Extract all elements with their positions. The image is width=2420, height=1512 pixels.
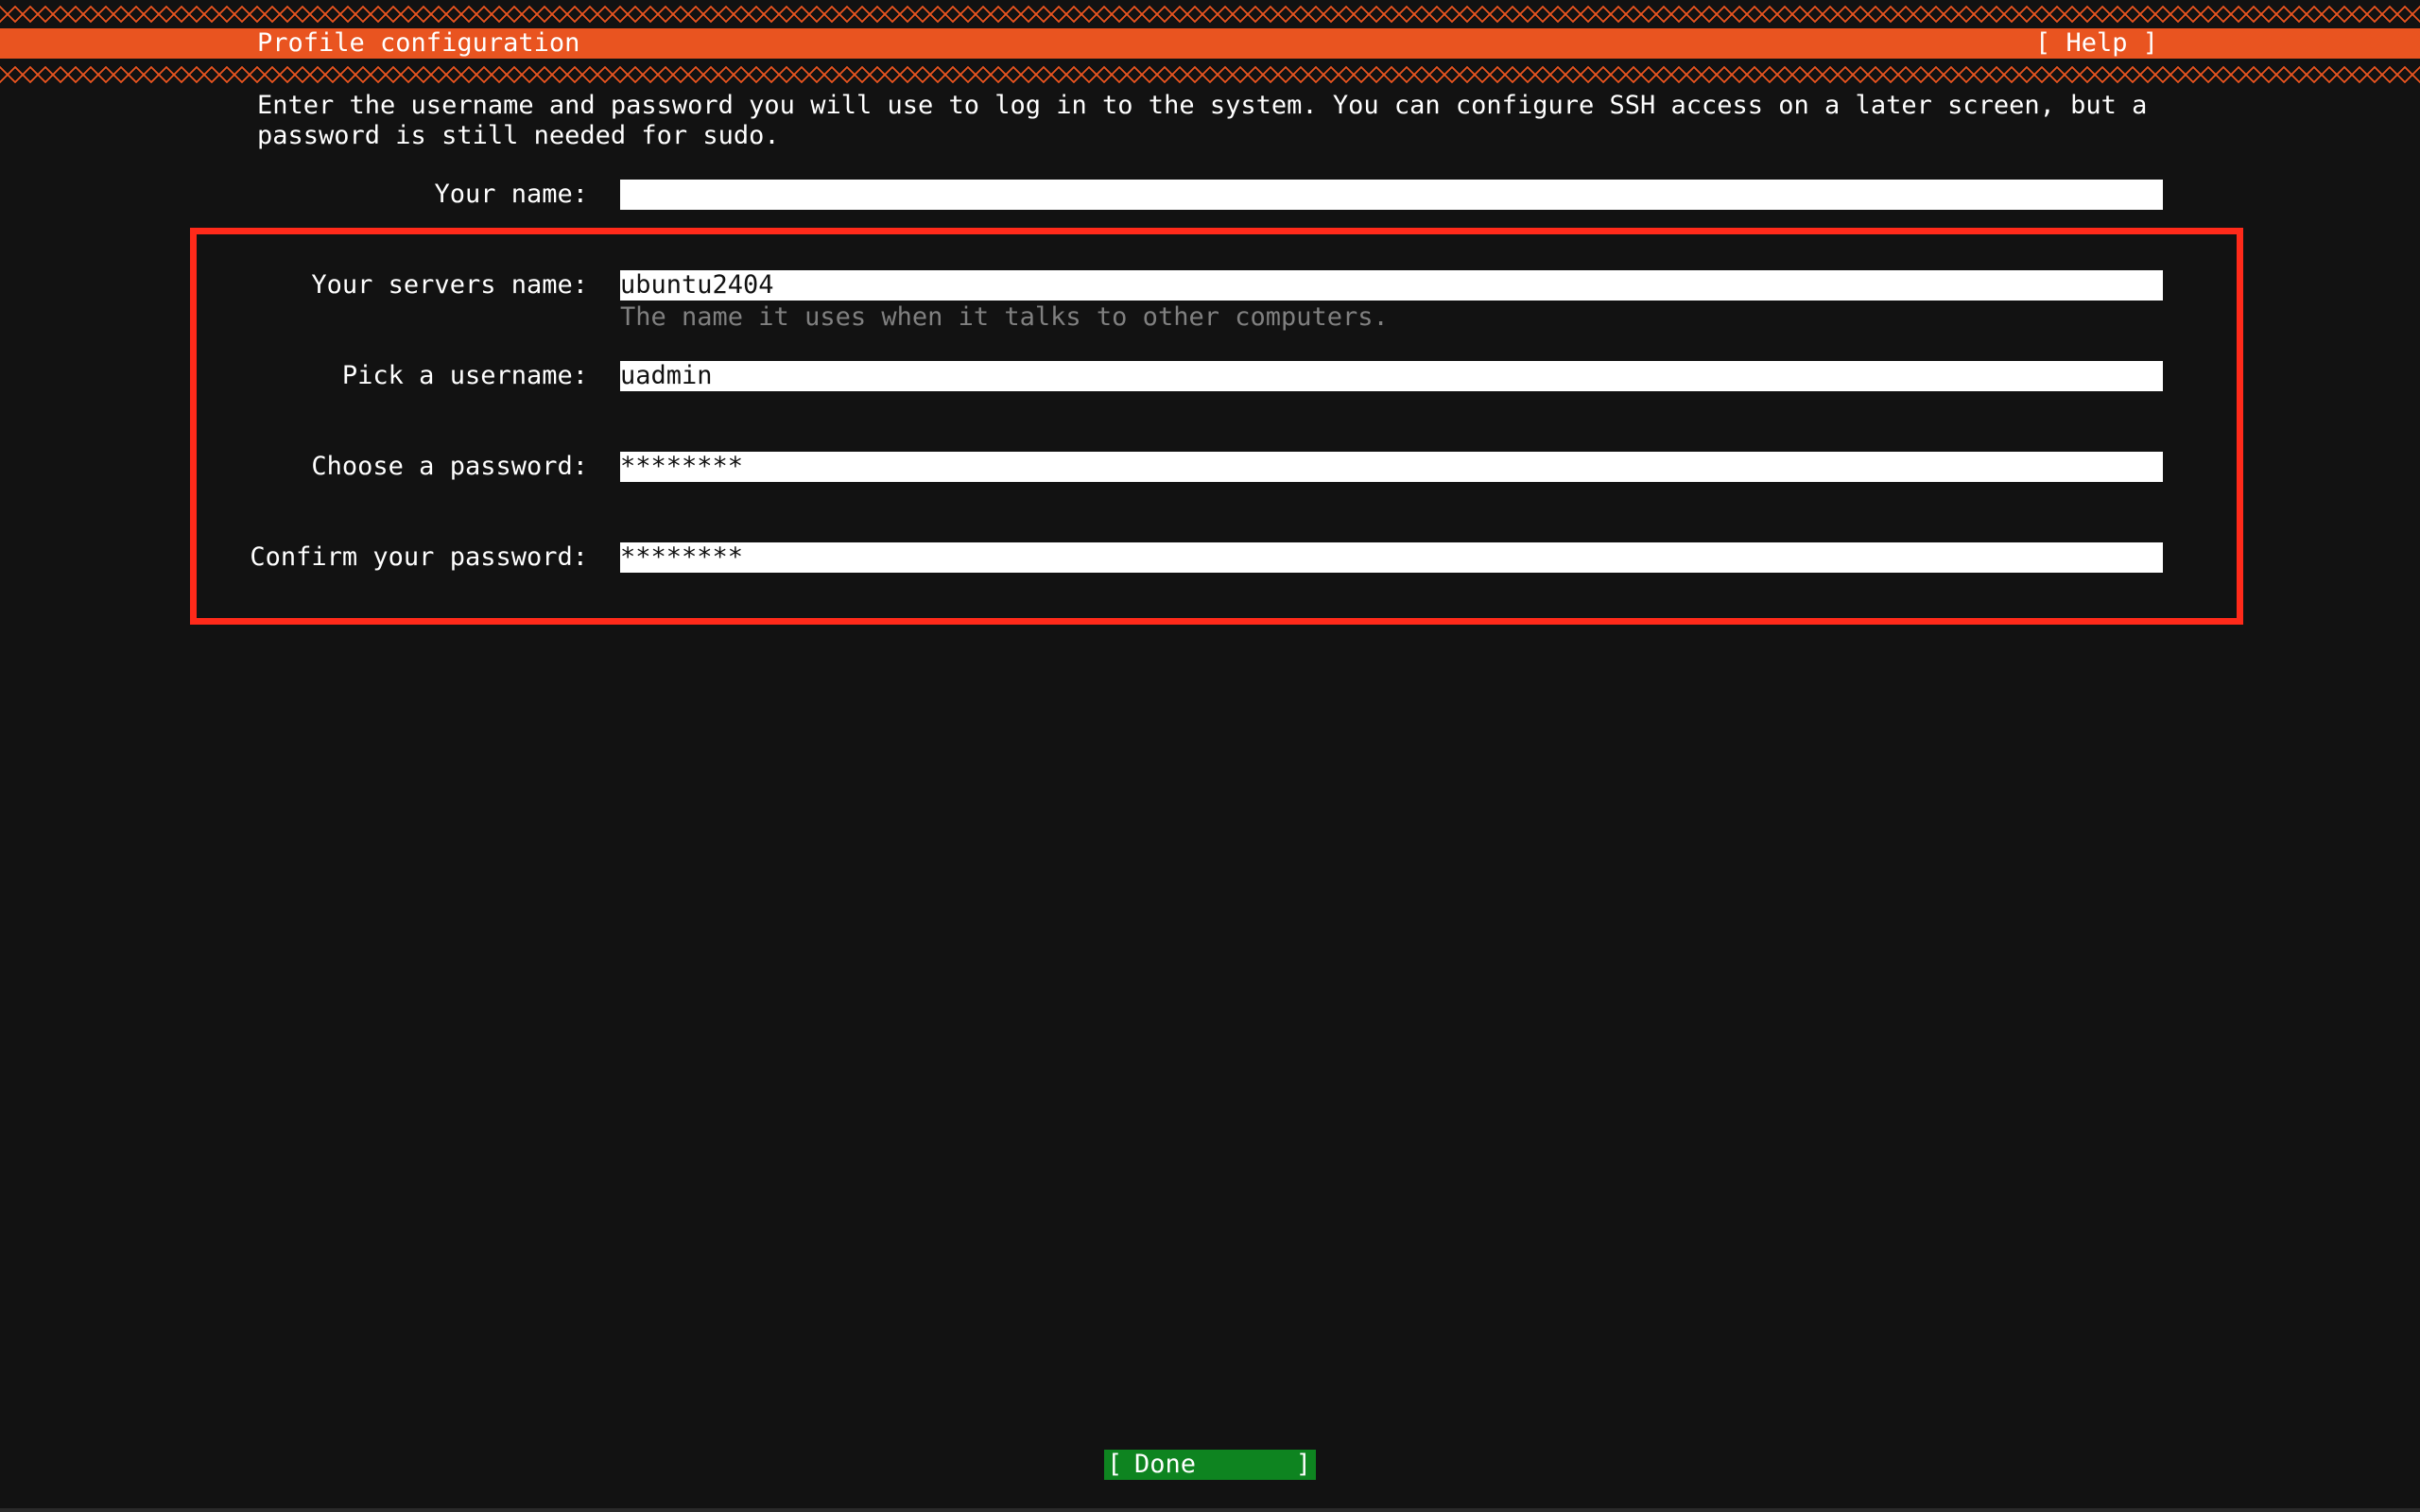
your-name-field[interactable] — [620, 180, 2163, 210]
page-title: Profile configuration — [257, 28, 580, 58]
bottom-decorative-stripe — [0, 66, 2420, 83]
top-decorative-stripe — [0, 6, 2420, 23]
highlight-box — [190, 228, 2243, 625]
intro-text: Enter the username and password you will… — [257, 91, 2163, 150]
done-button[interactable]: [ Done ] — [1104, 1450, 1316, 1480]
done-bracket-right: ] — [1295, 1450, 1311, 1479]
help-button[interactable]: [ Help ] — [2035, 28, 2158, 59]
done-bracket-left: [ — [1107, 1450, 1123, 1479]
your-name-label: Your name: — [434, 180, 588, 209]
installer-screen: Profile configuration [ Help ] Enter the… — [0, 0, 2420, 1512]
window-bottom-edge — [0, 1508, 2420, 1512]
done-label: Done — [1134, 1450, 1197, 1479]
